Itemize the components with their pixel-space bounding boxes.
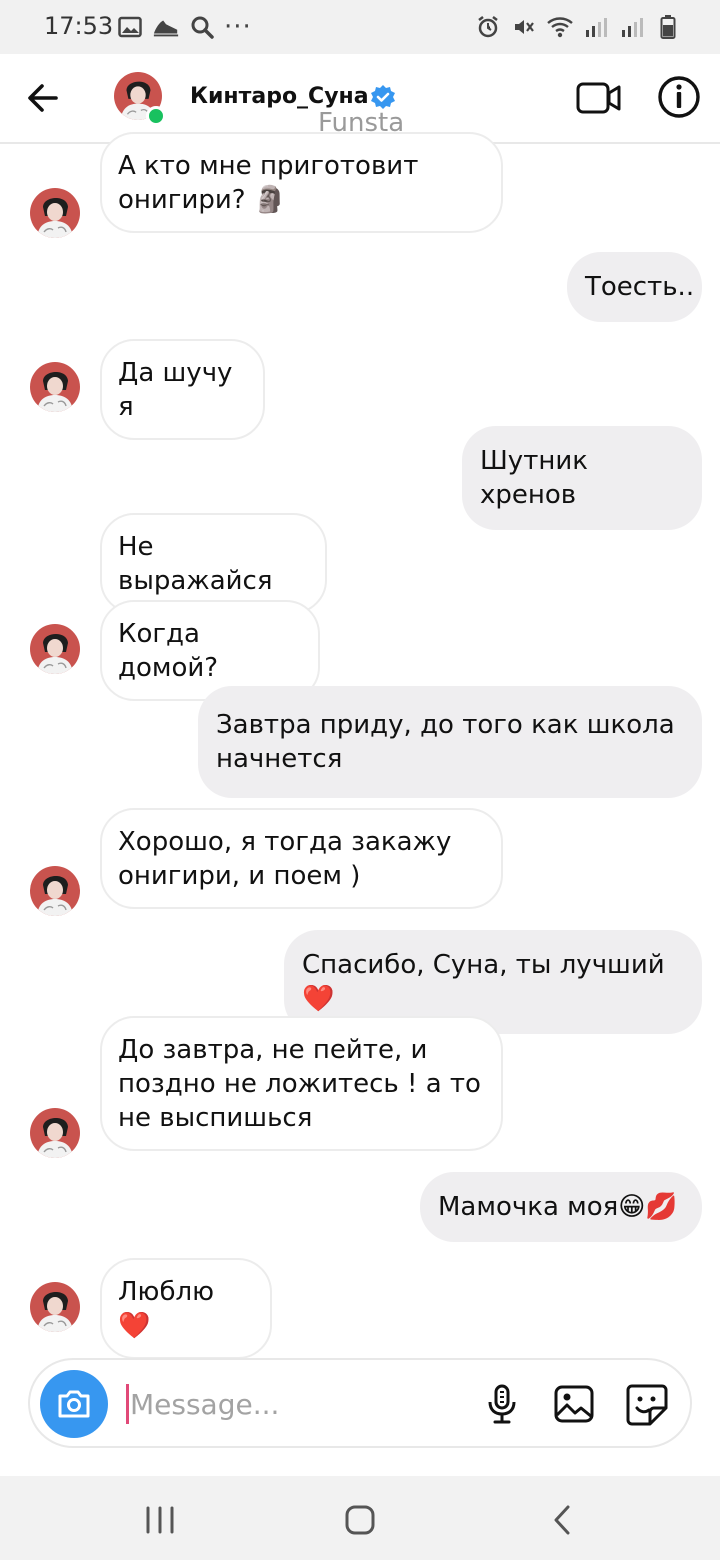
sender-avatar[interactable] bbox=[30, 624, 80, 674]
message-input[interactable] bbox=[128, 1382, 462, 1426]
sneaker-icon bbox=[152, 14, 180, 40]
video-call-icon[interactable] bbox=[576, 78, 622, 118]
sender-avatar[interactable] bbox=[30, 1282, 80, 1332]
status-time: 17:53 bbox=[44, 12, 114, 40]
verified-badge-icon bbox=[370, 84, 396, 110]
message-bubble-incoming[interactable]: Да шучу я bbox=[100, 339, 265, 440]
gallery-icon[interactable] bbox=[552, 1382, 596, 1426]
message-bubble-incoming[interactable]: Хорошо, я тогда закажу онигири, и поем ) bbox=[100, 808, 503, 909]
sender-avatar[interactable] bbox=[30, 866, 80, 916]
camera-icon bbox=[58, 1390, 90, 1418]
search-icon bbox=[188, 14, 216, 40]
chat-header: Кинтаро_Суна Funsta bbox=[0, 54, 720, 144]
message-bubble-incoming[interactable]: Не выражайся bbox=[100, 513, 327, 614]
message-composer bbox=[28, 1358, 692, 1448]
message-bubble-outgoing[interactable]: Мамочка моя😁💋 bbox=[420, 1172, 702, 1242]
info-icon[interactable] bbox=[656, 74, 702, 120]
online-status-dot bbox=[146, 106, 166, 126]
sender-avatar[interactable] bbox=[30, 188, 80, 238]
sender-avatar[interactable] bbox=[30, 362, 80, 412]
system-navigation-bar bbox=[0, 1476, 720, 1560]
image-icon bbox=[116, 14, 144, 40]
wifi-icon bbox=[546, 14, 574, 40]
sticker-icon[interactable] bbox=[624, 1382, 670, 1426]
mute-icon bbox=[510, 14, 538, 40]
alarm-icon bbox=[474, 14, 502, 40]
message-bubble-outgoing[interactable]: Тоесть.. bbox=[567, 252, 702, 322]
message-bubble-incoming[interactable]: А кто мне приготовит онигири? 🗿 bbox=[100, 132, 503, 233]
message-bubble-outgoing[interactable]: Завтра приду, до того как школа начнется bbox=[198, 686, 702, 798]
signal-icon bbox=[582, 14, 610, 40]
message-bubble-outgoing[interactable]: Шутник хренов bbox=[462, 426, 702, 530]
sender-avatar[interactable] bbox=[30, 1108, 80, 1158]
microphone-icon[interactable] bbox=[480, 1382, 524, 1426]
battery-icon bbox=[654, 14, 682, 40]
recent-apps-icon[interactable] bbox=[140, 1504, 180, 1536]
back-nav-icon[interactable] bbox=[542, 1504, 582, 1536]
camera-button[interactable] bbox=[40, 1370, 108, 1438]
signal-icon-2 bbox=[618, 14, 646, 40]
message-bubble-incoming[interactable]: До завтра, не пейте, и поздно не ложитес… bbox=[100, 1016, 503, 1151]
overflow-dots: ··· bbox=[224, 12, 252, 42]
home-icon[interactable] bbox=[340, 1504, 380, 1536]
back-arrow-icon[interactable] bbox=[22, 78, 66, 118]
status-bar: 17:53 ··· bbox=[0, 0, 720, 54]
message-bubble-incoming[interactable]: Люблю ❤️ bbox=[100, 1258, 272, 1359]
contact-name[interactable]: Кинтаро_Суна bbox=[190, 84, 369, 109]
